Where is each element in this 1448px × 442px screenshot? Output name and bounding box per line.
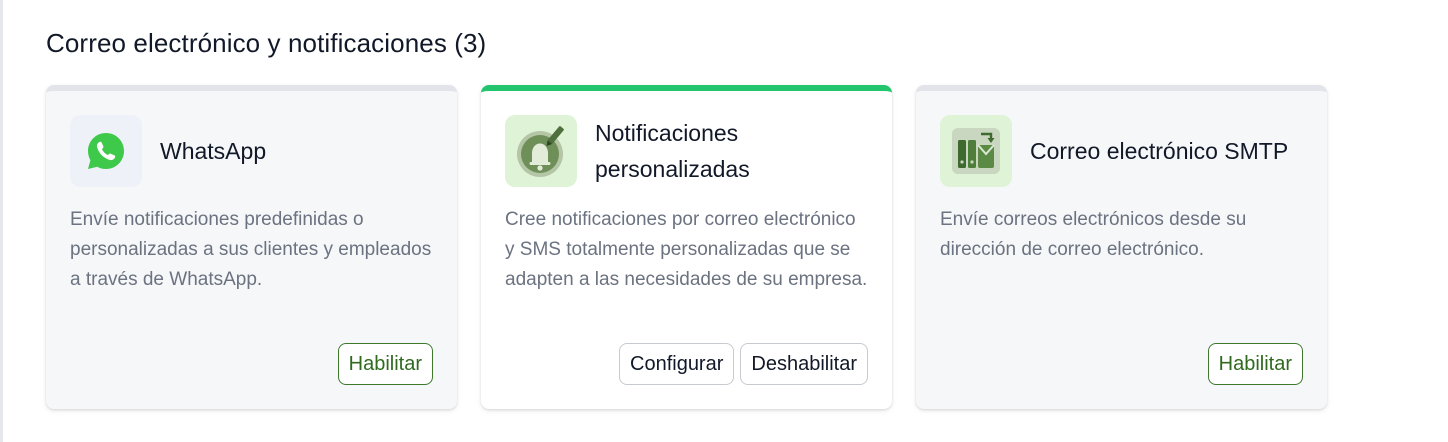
integration-card-whatsapp: WhatsApp Envíe notificaciones predefinid… xyxy=(46,85,457,409)
card-description: Envíe correos electrónicos desde su dire… xyxy=(940,209,1247,260)
enable-button[interactable]: Habilitar xyxy=(1207,343,1303,385)
bell-edit-icon xyxy=(505,115,577,187)
configure-button[interactable]: Configurar xyxy=(619,343,735,385)
left-divider xyxy=(0,0,3,442)
integration-card-smtp: Correo electrónico SMTP Envíe correos el… xyxy=(916,85,1327,409)
card-title: Notificaciones personalizadas xyxy=(595,115,874,187)
smtp-mail-icon xyxy=(940,115,1012,187)
enable-button[interactable]: Habilitar xyxy=(337,343,433,385)
whatsapp-icon xyxy=(70,115,142,187)
card-title: WhatsApp xyxy=(160,138,267,164)
integration-card-custom-notifications: Notificaciones personalizadas Cree notif… xyxy=(481,85,892,409)
card-description: Envíe notificaciones predefinidas o pers… xyxy=(70,209,432,290)
card-title-line-1: Notificaciones xyxy=(595,120,739,146)
disable-button[interactable]: Deshabilitar xyxy=(740,343,868,385)
card-title-line-2: personalizadas xyxy=(595,156,750,182)
card-description: Cree notificaciones por correo electróni… xyxy=(505,209,868,290)
section-title: Correo electrónico y notificaciones (3) xyxy=(46,28,487,58)
card-title: Correo electrónico SMTP xyxy=(1030,138,1289,164)
